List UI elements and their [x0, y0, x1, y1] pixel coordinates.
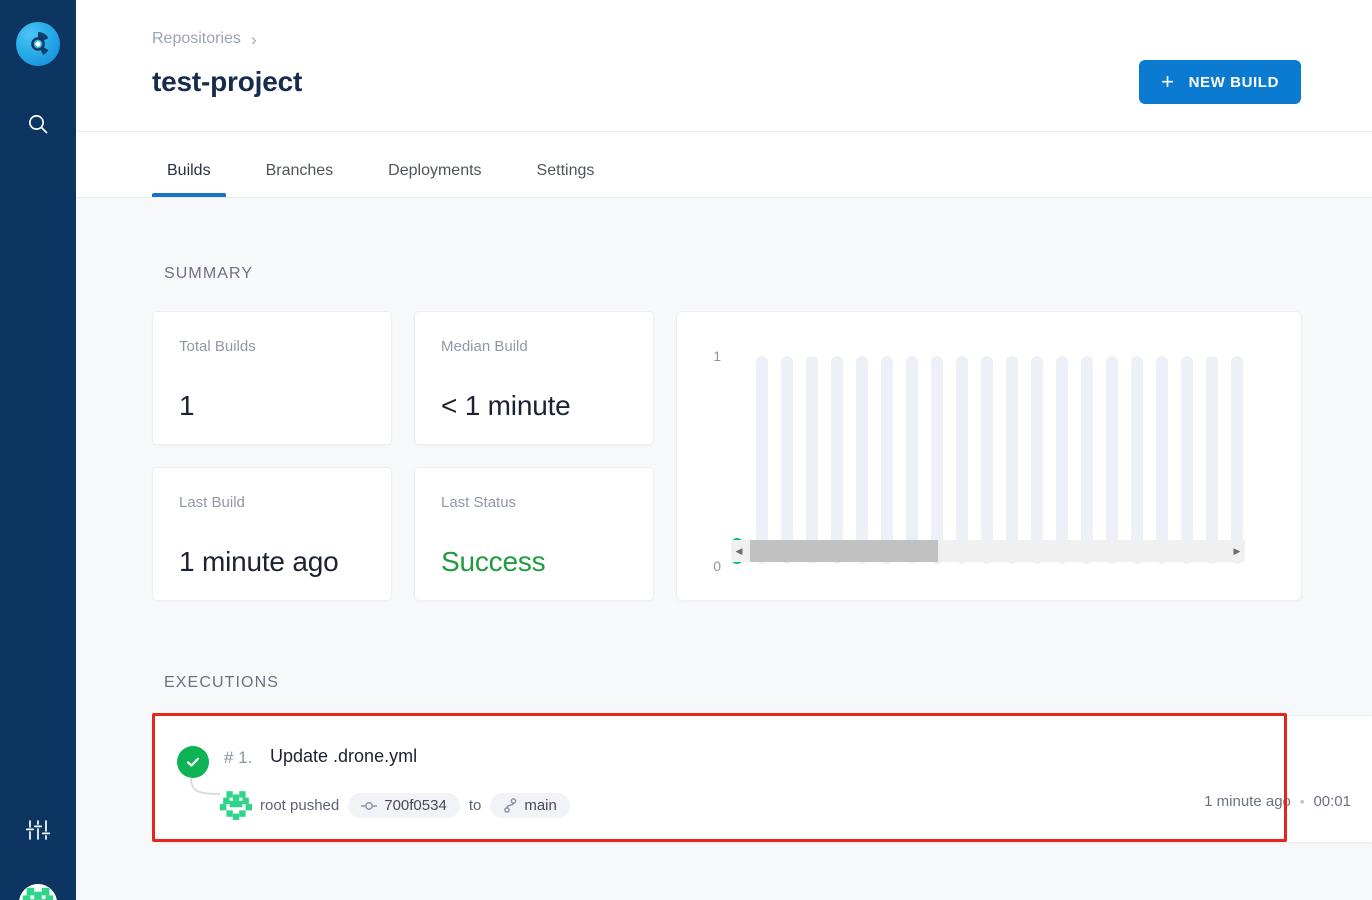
stat-card-median-build: Median Build < 1 minute [414, 311, 654, 445]
new-build-button[interactable]: + NEW BUILD [1139, 60, 1301, 104]
chart-bar[interactable] [1056, 356, 1068, 564]
scrollbar-thumb[interactable] [750, 540, 938, 562]
connector-line-icon [189, 778, 223, 800]
execution-row[interactable]: # 1. Update .drone.yml [152, 715, 1372, 843]
chart-bar[interactable] [781, 356, 793, 564]
build-history-chart: 1 0 ◀ ▶ [676, 311, 1302, 601]
main-area: Repositories › test-project + NEW BUILD … [76, 0, 1372, 900]
stat-card-last-build: Last Build 1 minute ago [152, 467, 392, 601]
stat-card-last-status: Last Status Success [414, 467, 654, 601]
separator-dot: • [1300, 794, 1305, 809]
chart-bar[interactable] [806, 356, 818, 564]
page-header: Repositories › test-project + NEW BUILD [76, 0, 1372, 132]
stat-title: Last Build [179, 494, 245, 511]
execution-number: # 1. [224, 748, 252, 768]
stat-value: 1 minute ago [179, 546, 339, 578]
branch-pill[interactable]: main [490, 793, 570, 818]
branch-name: main [524, 797, 557, 814]
stat-card-total-builds: Total Builds 1 [152, 311, 392, 445]
drone-logo-icon[interactable] [16, 22, 60, 66]
stat-title: Total Builds [179, 338, 256, 355]
breadcrumb: Repositories › [152, 30, 257, 48]
stat-value: 1 [179, 390, 194, 422]
stat-title: Last Status [441, 494, 516, 511]
scrollbar-left-arrow-icon[interactable]: ◀ [731, 540, 747, 562]
summary-section-label: SUMMARY [164, 265, 253, 283]
chart-bar[interactable] [856, 356, 868, 564]
execution-time-ago: 1 minute ago [1204, 793, 1291, 810]
page-title: test-project [152, 66, 302, 98]
chart-bar[interactable] [931, 356, 943, 564]
check-icon [184, 753, 202, 771]
new-build-label: NEW BUILD [1189, 74, 1279, 91]
execution-author: root pushed [260, 797, 339, 814]
tab-settings[interactable]: Settings [522, 162, 610, 197]
chevron-right-icon: › [251, 31, 257, 48]
chart-bar[interactable] [1081, 356, 1093, 564]
chart-bars [731, 356, 1243, 564]
chart-bar[interactable] [756, 356, 768, 564]
chart-bar[interactable] [906, 356, 918, 564]
tab-deployments-label: Deployments [388, 162, 481, 179]
sidebar-item-search[interactable] [25, 111, 51, 137]
y-axis-tick-min: 0 [701, 558, 721, 574]
execution-meta: root pushed 700f0534 to [260, 793, 570, 818]
scrollbar-right-arrow-icon[interactable]: ▶ [1229, 540, 1245, 562]
left-sidebar [0, 0, 76, 900]
tab-branches[interactable]: Branches [251, 162, 349, 197]
chart-bar[interactable] [1181, 356, 1193, 564]
status-badge-success [177, 746, 209, 778]
sidebar-item-avatar[interactable] [19, 884, 57, 900]
identicon-avatar-icon [220, 788, 252, 820]
tab-builds[interactable]: Builds [152, 162, 226, 197]
tab-bar: Builds Branches Deployments Settings [76, 132, 1372, 198]
execution-message: Update .drone.yml [270, 746, 417, 767]
author-avatar [220, 788, 252, 820]
drone-logo-glyph [23, 29, 53, 59]
scrollbar-track[interactable] [747, 540, 1229, 562]
plus-icon: + [1161, 71, 1174, 93]
chart-bar[interactable] [1106, 356, 1118, 564]
search-icon [27, 113, 49, 135]
breadcrumb-repositories[interactable]: Repositories [152, 30, 241, 48]
chart-horizontal-scrollbar[interactable]: ◀ ▶ [731, 540, 1245, 562]
chart-bar[interactable] [1156, 356, 1168, 564]
stat-value-status: Success [441, 546, 545, 578]
y-axis-tick-max: 1 [701, 348, 721, 364]
user-avatar-icon [19, 884, 57, 900]
tab-builds-label: Builds [167, 162, 211, 179]
chart-bar[interactable] [831, 356, 843, 564]
execution-timing: 1 minute ago • 00:01 [1204, 793, 1351, 810]
to-label: to [469, 797, 482, 814]
tab-deployments[interactable]: Deployments [373, 162, 496, 197]
sliders-icon [25, 817, 51, 843]
commit-pill[interactable]: 700f0534 [348, 793, 460, 818]
chart-plot-area [731, 356, 1243, 564]
chart-bar[interactable] [1006, 356, 1018, 564]
sidebar-item-settings[interactable] [24, 816, 52, 844]
tab-settings-label: Settings [537, 162, 595, 179]
app-root: Repositories › test-project + NEW BUILD … [0, 0, 1372, 900]
chart-bar[interactable] [1131, 356, 1143, 564]
execution-duration: 00:01 [1313, 793, 1351, 810]
stat-title: Median Build [441, 338, 528, 355]
chart-bar[interactable] [1031, 356, 1043, 564]
commit-sha: 700f0534 [384, 797, 447, 814]
tab-branches-label: Branches [266, 162, 334, 179]
chart-bar[interactable] [881, 356, 893, 564]
chart-bar[interactable] [956, 356, 968, 564]
chart-bar[interactable] [1231, 356, 1243, 564]
commit-icon [361, 800, 377, 812]
executions-section-label: EXECUTIONS [164, 674, 279, 692]
chart-bar[interactable] [1206, 356, 1218, 564]
branch-icon [503, 798, 517, 813]
stat-value: < 1 minute [441, 390, 571, 422]
page-content: SUMMARY Total Builds 1 Median Build < 1 … [76, 198, 1372, 900]
chart-bar[interactable] [981, 356, 993, 564]
